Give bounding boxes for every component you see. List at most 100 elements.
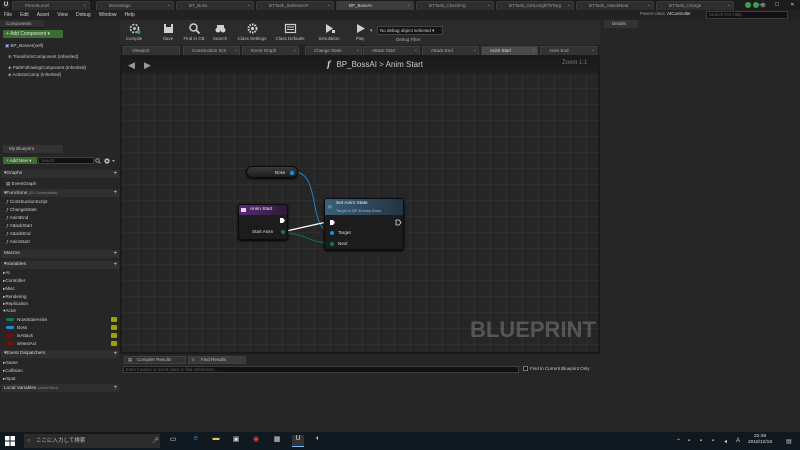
add-macro-button[interactable]: + bbox=[113, 250, 117, 258]
document-tab[interactable]: BP_BossAI × bbox=[336, 1, 414, 10]
graph-tab[interactable]: Change State × bbox=[305, 46, 362, 55]
boss-variable-node[interactable]: Boss bbox=[246, 166, 298, 178]
blueprint-graph-canvas[interactable]: ◀ ▶ f BP_BossAI > Anim Start Zoom 1:1 BLU… bbox=[122, 56, 598, 352]
close-tab-icon[interactable]: × bbox=[167, 2, 170, 10]
menu-window[interactable]: Window bbox=[95, 10, 121, 20]
close-tab-icon[interactable]: × bbox=[532, 47, 535, 55]
anim-start-entry-node[interactable]: Anim Start Start Anim bbox=[238, 204, 288, 240]
close-tab-icon[interactable]: × bbox=[407, 2, 410, 10]
add-function-button[interactable]: + bbox=[113, 189, 117, 197]
dispatcher-category-collision[interactable]: ▸Collision bbox=[3, 368, 23, 374]
find-in-cb-button[interactable]: Find in CB bbox=[180, 21, 208, 44]
menu-edit[interactable]: Edit bbox=[16, 10, 33, 20]
graph-tab[interactable]: Attack Start × bbox=[363, 46, 420, 55]
document-tab[interactable]: BT_Boss × bbox=[176, 1, 254, 10]
variable-category-controller[interactable]: ▸Controller bbox=[3, 278, 25, 284]
close-tab-icon[interactable]: × bbox=[727, 2, 730, 10]
menu-help[interactable]: Help bbox=[120, 10, 138, 20]
variable-item-nowstateanim[interactable]: NowStateAnim bbox=[6, 317, 47, 322]
document-tab[interactable]: BossStage × bbox=[96, 1, 174, 10]
graph-tab[interactable]: Anim End × bbox=[540, 46, 597, 55]
eye-icon[interactable] bbox=[111, 341, 117, 346]
unreal-taskbar-icon[interactable]: U bbox=[292, 435, 304, 447]
simulation-button[interactable]: Simulation bbox=[314, 21, 344, 44]
variable-item-isattack[interactable]: isAttack bbox=[6, 333, 33, 338]
minimize-button[interactable]: — bbox=[754, 0, 769, 10]
component-path-following[interactable]: ◈ PathFollowingComponent (Inherited) bbox=[8, 65, 86, 71]
microphone-icon[interactable]: 🎤︎ bbox=[152, 434, 159, 448]
local-variables-section[interactable]: Local Variables (AnimStart) + bbox=[1, 384, 119, 392]
class-settings-button[interactable]: Class Settings bbox=[236, 21, 268, 44]
component-transform[interactable]: ⊕ TransformComponent (Inherited) bbox=[8, 54, 78, 60]
variable-item-boss[interactable]: Boss bbox=[6, 325, 27, 330]
graph-tab[interactable]: Event Graph × bbox=[242, 46, 299, 55]
close-tab-icon[interactable]: × bbox=[647, 2, 650, 10]
document-tab[interactable]: ParentLevel × bbox=[12, 1, 90, 10]
close-tab-icon[interactable]: × bbox=[356, 47, 359, 55]
add-variable-button[interactable]: + bbox=[113, 261, 117, 269]
document-tab[interactable]: BTTask_GetLengthToTarg × bbox=[496, 1, 574, 10]
my-blueprint-tab[interactable]: My Blueprint bbox=[3, 145, 63, 153]
view-options-icon[interactable] bbox=[103, 158, 116, 164]
find-results-tab[interactable]: ⌕ Find Results bbox=[188, 356, 246, 364]
function-item[interactable]: ƒ AttackEnd bbox=[6, 231, 31, 236]
add-new-button[interactable]: + Add New ▾ bbox=[3, 157, 37, 164]
maximize-button[interactable]: ☐ bbox=[769, 0, 784, 10]
graph-tab[interactable]: Attack End × bbox=[422, 46, 479, 55]
macros-section[interactable]: Macros + bbox=[1, 250, 119, 258]
find-references-input[interactable]: Enter function or event name to find ref… bbox=[123, 366, 519, 373]
close-tab-icon[interactable]: × bbox=[83, 2, 86, 10]
byte-pin-icon[interactable] bbox=[280, 229, 286, 235]
eye-icon[interactable] bbox=[111, 317, 117, 322]
graphs-section[interactable]: ▾Graphs + bbox=[1, 170, 119, 178]
blueprint-search-input[interactable]: Search bbox=[38, 157, 94, 164]
functions-section[interactable]: ▾Functions (20 Overridable) + bbox=[1, 189, 119, 197]
components-tab[interactable]: Components bbox=[0, 20, 44, 28]
dispatcher-category-game[interactable]: ▸Game bbox=[3, 360, 18, 366]
event-dispatchers-section[interactable]: ▾Event Dispatchers + bbox=[1, 350, 119, 358]
variable-category-replication[interactable]: ▸Replication bbox=[3, 301, 28, 307]
close-tab-icon[interactable]: × bbox=[414, 47, 417, 55]
volume-icon[interactable]: ◂ bbox=[724, 438, 727, 445]
find-in-current-checkbox[interactable] bbox=[523, 366, 528, 371]
play-options-chevron-icon[interactable]: ▾ bbox=[370, 28, 373, 34]
next-pin-icon[interactable] bbox=[329, 241, 335, 247]
file-explorer-icon[interactable]: ▬ bbox=[210, 435, 222, 447]
component-actions[interactable]: ◈ ActionsComp (Inherited) bbox=[8, 72, 61, 78]
close-tab-icon[interactable]: × bbox=[234, 47, 237, 55]
set-anim-state-node[interactable]: ◇ Set Anim State Target is BP Enemy Boss… bbox=[324, 198, 404, 250]
graph-tab[interactable]: Construction Scri × bbox=[183, 46, 240, 55]
document-tab[interactable]: BTTask_Charge × bbox=[656, 1, 734, 10]
eye-icon[interactable] bbox=[111, 333, 117, 338]
close-button[interactable]: ✕ bbox=[785, 0, 800, 10]
variable-item-isnextact[interactable]: isNextAct bbox=[6, 341, 36, 346]
function-item[interactable]: ƒ AnimStart bbox=[6, 239, 30, 244]
function-item[interactable]: ƒ ChangeState bbox=[6, 207, 37, 212]
tray-icon[interactable]: ▪ bbox=[688, 438, 690, 444]
component-self[interactable]: ▣ BP_BossAI(self) bbox=[5, 43, 43, 49]
exec-out-pin-icon[interactable] bbox=[279, 217, 286, 224]
variable-category-rendering[interactable]: ▸Rendering bbox=[3, 294, 27, 300]
network-icon[interactable]: ▪ bbox=[712, 438, 714, 444]
chrome-icon[interactable]: ◉ bbox=[250, 435, 262, 447]
menu-asset[interactable]: Asset bbox=[33, 10, 54, 20]
eye-icon[interactable] bbox=[111, 325, 117, 330]
windows-start-icon[interactable] bbox=[5, 436, 15, 446]
debug-object-select[interactable]: No debug object selected ▾ bbox=[377, 26, 443, 35]
compiler-results-tab[interactable]: ▤ Compiler Results bbox=[124, 356, 186, 364]
dispatcher-category-input[interactable]: ▸Input bbox=[3, 376, 16, 382]
close-tab-icon[interactable]: × bbox=[567, 2, 570, 10]
class-defaults-button[interactable]: Class Defaults bbox=[274, 21, 306, 44]
function-item[interactable]: ƒ ConstructionScript bbox=[6, 199, 47, 204]
tray-icon[interactable]: ▪ bbox=[700, 438, 702, 444]
function-item[interactable]: ƒ AnimEnd bbox=[6, 215, 28, 220]
close-tab-icon[interactable]: × bbox=[487, 2, 490, 10]
variables-section[interactable]: ▾Variables + bbox=[1, 261, 119, 269]
variable-category-misc[interactable]: ▸Misc bbox=[3, 286, 15, 292]
close-tab-icon[interactable]: × bbox=[327, 2, 330, 10]
parent-class-value[interactable]: AIController bbox=[667, 11, 691, 16]
graph-item-eventgraph[interactable]: ▤ EventGraph bbox=[6, 181, 36, 187]
app-icon[interactable]: ◐ bbox=[312, 435, 324, 447]
variable-category-ai[interactable]: ▸AI bbox=[3, 270, 10, 276]
task-view-icon[interactable]: ▭ bbox=[167, 435, 179, 447]
